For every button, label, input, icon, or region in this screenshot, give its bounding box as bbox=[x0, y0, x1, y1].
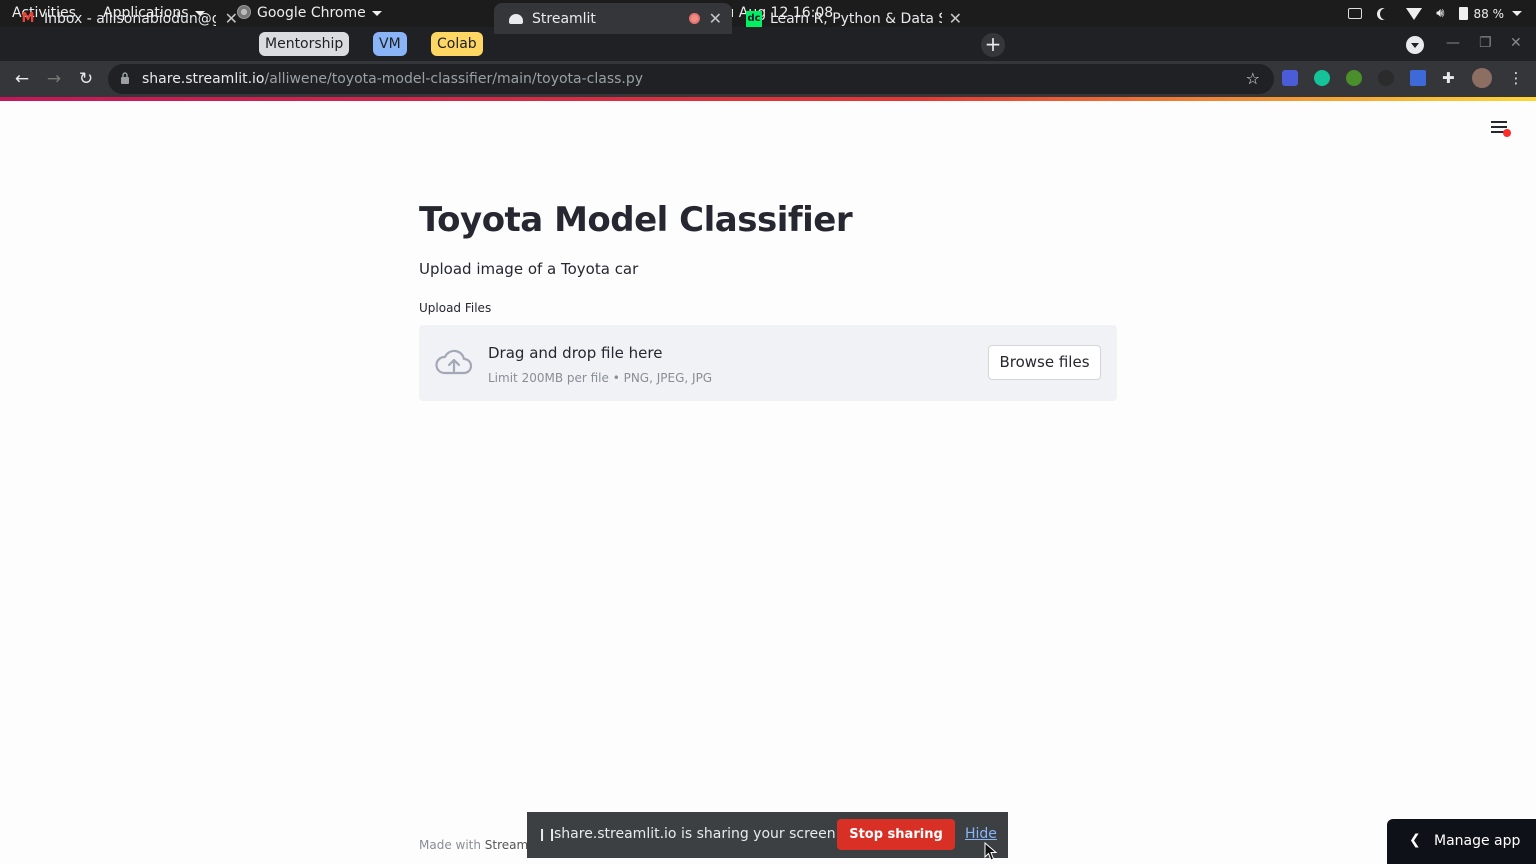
tab-group-mentorship[interactable]: Mentorship bbox=[259, 32, 350, 56]
tab-label: Streamlit bbox=[532, 10, 596, 27]
page-title: Toyota Model Classifier bbox=[419, 200, 853, 240]
tab-label: Learn R, Python & Data Science bbox=[770, 10, 942, 27]
screenshot-icon bbox=[1348, 8, 1363, 19]
battery-icon bbox=[1458, 7, 1468, 20]
maximize-icon[interactable]: ❐ bbox=[1479, 35, 1492, 51]
streamlit-icon bbox=[508, 11, 524, 27]
recording-icon bbox=[689, 13, 700, 24]
reload-icon[interactable]: ↻ bbox=[76, 69, 96, 89]
tab-streamlit[interactable]: Streamlit ✕ bbox=[494, 3, 732, 34]
datacamp-icon: dc bbox=[746, 10, 762, 27]
footer-prefix: Made with bbox=[419, 838, 485, 852]
navigation-bar: ← → ↻ share.streamlit.io/alliwene/toyota… bbox=[0, 61, 1536, 97]
uploader-label: Upload Files bbox=[419, 301, 492, 315]
manage-app-label: Manage app bbox=[1434, 833, 1521, 849]
cloud-upload-icon bbox=[435, 349, 473, 375]
chevron-down-icon bbox=[1512, 11, 1522, 16]
puzzle-icon[interactable]: ✚ bbox=[1442, 70, 1458, 86]
screen-share-bar: ❙❙ share.streamlit.io is sharing your sc… bbox=[527, 812, 1008, 858]
manage-app-button[interactable]: ❮ Manage app bbox=[1387, 819, 1536, 864]
main-content: Toyota Model Classifier Upload image of … bbox=[419, 200, 1117, 401]
page-subtitle: Upload image of a Toyota car bbox=[419, 260, 639, 278]
grammarly-icon[interactable] bbox=[1314, 70, 1330, 86]
address-bar[interactable]: share.streamlit.io/alliwene/toyota-model… bbox=[108, 64, 1274, 94]
url-host: share.streamlit.io bbox=[142, 71, 265, 87]
extension-icon[interactable] bbox=[1346, 70, 1362, 86]
profile-avatar[interactable] bbox=[1472, 68, 1492, 88]
app-menu-label: Google Chrome bbox=[257, 5, 366, 21]
back-icon[interactable]: ← bbox=[12, 69, 32, 89]
night-light-icon bbox=[1380, 8, 1392, 20]
chevron-left-icon: ❮ bbox=[1409, 832, 1421, 848]
close-icon[interactable]: ✕ bbox=[709, 9, 722, 28]
lock-icon[interactable] bbox=[120, 72, 130, 84]
file-dropzone[interactable]: Drag and drop file here Limit 200MB per … bbox=[419, 325, 1117, 401]
new-tab-button[interactable]: + bbox=[981, 33, 1005, 57]
browse-files-button[interactable]: Browse files bbox=[988, 345, 1101, 380]
volume-icon: 🔊︎ bbox=[1436, 6, 1445, 21]
tab-group-vm[interactable]: VM bbox=[373, 32, 407, 56]
tab-group-colab[interactable]: Colab bbox=[431, 32, 483, 56]
hamburger-menu-icon[interactable] bbox=[1491, 121, 1511, 137]
battery-percentage: 88 % bbox=[1473, 6, 1505, 21]
dropzone-instructions: Drag and drop file here bbox=[488, 344, 663, 362]
top-decoration-bar bbox=[0, 97, 1536, 101]
stop-sharing-button[interactable]: Stop sharing bbox=[837, 819, 955, 850]
gmail-icon: M bbox=[21, 11, 35, 26]
extension-icon[interactable] bbox=[1410, 70, 1426, 86]
tab-datacamp[interactable]: dc Learn R, Python & Data Science ✕ bbox=[732, 3, 972, 34]
app-menu[interactable]: Google Chrome bbox=[237, 5, 382, 21]
bookmark-star-icon[interactable]: ☆ bbox=[1246, 69, 1260, 88]
forward-icon[interactable]: → bbox=[44, 69, 64, 89]
wifi-icon bbox=[1406, 7, 1423, 20]
tab-label: Inbox - allisonabiodun@gmail.com bbox=[44, 10, 216, 27]
mouse-cursor-icon bbox=[984, 842, 998, 861]
file-limit-text: Limit 200MB per file • PNG, JPEG, JPG bbox=[488, 371, 713, 385]
extension-icon[interactable] bbox=[1378, 70, 1394, 86]
footer: Made with Streamlit bbox=[419, 838, 540, 852]
system-tray[interactable]: 🔊︎ 88 % bbox=[1348, 6, 1522, 21]
close-icon[interactable]: ✕ bbox=[225, 9, 238, 28]
close-icon[interactable]: ✕ bbox=[949, 9, 962, 28]
window-close-icon[interactable]: ✕ bbox=[1510, 35, 1522, 51]
tab-gmail[interactable]: M Inbox - allisonabiodun@gmail.com ✕ bbox=[6, 3, 248, 34]
notification-dot bbox=[1503, 129, 1511, 137]
tab-search-icon[interactable] bbox=[1406, 36, 1424, 54]
url-path: /alliwene/toyota-model-classifier/main/t… bbox=[264, 71, 644, 87]
kebab-menu-icon[interactable]: ⋮ bbox=[1508, 70, 1524, 86]
hide-link[interactable]: Hide bbox=[965, 826, 997, 842]
screen-share-message: share.streamlit.io is sharing your scree… bbox=[554, 826, 841, 842]
url-text: share.streamlit.io/alliwene/toyota-model… bbox=[142, 71, 643, 87]
minimize-icon[interactable]: — bbox=[1446, 35, 1460, 51]
extension-icon[interactable] bbox=[1282, 70, 1298, 86]
chevron-down-icon bbox=[371, 10, 382, 16]
